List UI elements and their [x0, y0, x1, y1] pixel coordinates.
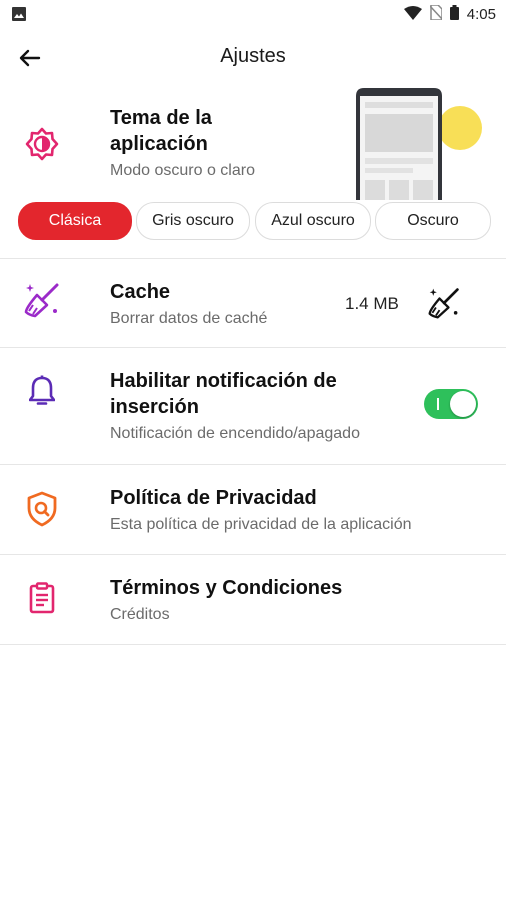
cache-row[interactable]: Cache Borrar datos de caché 1.4 MB [0, 259, 506, 347]
clipboard-icon [22, 578, 62, 618]
notifications-title-line1: Habilitar notificación de [110, 370, 337, 392]
shield-search-icon [22, 489, 62, 529]
toggle-knob [450, 391, 476, 417]
cache-size: 1.4 MB [345, 294, 399, 313]
privacy-row[interactable]: Política de Privacidad Esta política de … [0, 465, 506, 554]
theme-option-azul-oscuro[interactable]: Azul oscuro [255, 202, 371, 240]
theme-options: Clásica Gris oscuro Azul oscuro Oscuro [18, 202, 491, 240]
theme-section: Tema de la aplicación Modo oscuro o clar… [0, 0, 506, 258]
theme-option-gris-oscuro[interactable]: Gris oscuro [136, 202, 250, 240]
phone-theme-illustration [352, 88, 484, 200]
terms-subtitle: Créditos [110, 606, 170, 623]
notifications-subtitle: Notificación de encendido/apagado [110, 425, 360, 442]
theme-title-line1: Tema de la [110, 107, 212, 129]
theme-option-clasica[interactable]: Clásica [18, 202, 132, 240]
broom-icon [22, 280, 62, 320]
clear-cache-broom-icon[interactable] [424, 283, 464, 323]
toggle-on-indicator [437, 398, 439, 410]
cache-title: Cache [110, 281, 171, 303]
privacy-title: Política de Privacidad [110, 487, 317, 509]
theme-title-line2: aplicación [110, 133, 208, 155]
cache-subtitle: Borrar datos de caché [110, 310, 268, 327]
terms-row[interactable]: Términos y Condiciones Créditos [0, 555, 506, 644]
notifications-title-line2: inserción [110, 396, 199, 418]
theme-option-oscuro[interactable]: Oscuro [375, 202, 491, 240]
divider [0, 644, 506, 645]
terms-title: Términos y Condiciones [110, 577, 343, 599]
theme-subtitle: Modo oscuro o claro [110, 162, 255, 179]
notifications-toggle[interactable] [424, 389, 478, 419]
privacy-subtitle: Esta política de privacidad de la aplica… [110, 516, 412, 533]
bell-icon [22, 370, 62, 410]
brightness-icon [22, 124, 62, 164]
